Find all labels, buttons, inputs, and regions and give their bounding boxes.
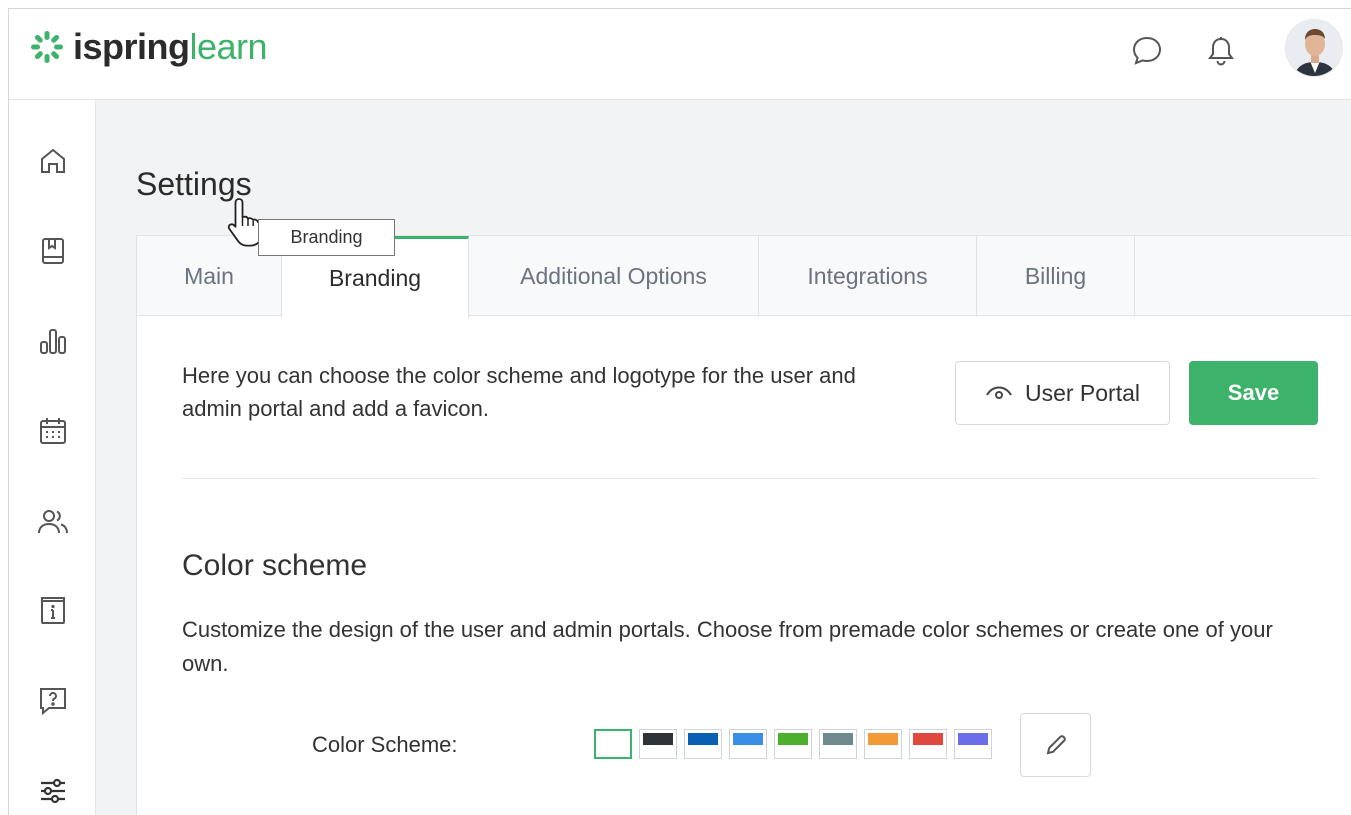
user-portal-button[interactable]: User Portal	[955, 361, 1170, 425]
tab-additional-options[interactable]: Additional Options	[469, 236, 759, 317]
color-swatch-fill	[778, 733, 808, 745]
color-swatch-fill	[868, 733, 898, 745]
sidebar-item-help[interactable]	[9, 673, 96, 729]
color-swatch-fill	[913, 733, 943, 745]
color-swatch-fill	[958, 733, 988, 745]
branding-tooltip: Branding	[258, 219, 395, 256]
app-window: ispringlearn Settings Main Branding Addi…	[8, 8, 1351, 815]
save-button[interactable]: Save	[1189, 361, 1318, 425]
sliders-icon	[40, 778, 65, 804]
color-swatch[interactable]	[774, 729, 812, 759]
color-swatch-fill	[823, 733, 853, 745]
color-swatch[interactable]	[729, 729, 767, 759]
user-portal-label: User Portal	[1024, 379, 1141, 406]
page-title: Settings	[136, 166, 252, 202]
main-content: Settings Main Branding Additional Option…	[96, 100, 1351, 815]
color-swatch[interactable]	[864, 729, 902, 759]
ispring-logo-icon	[31, 31, 63, 63]
home-icon	[40, 148, 65, 173]
sidebar-item-settings[interactable]	[9, 763, 96, 815]
edit-color-scheme-button[interactable]	[1020, 713, 1091, 777]
left-sidebar	[9, 100, 96, 815]
bar-chart-icon	[39, 329, 66, 354]
settings-panel: Main Branding Additional Options Integra…	[136, 235, 1351, 815]
sidebar-item-reports[interactable]	[9, 313, 96, 369]
tab-integrations[interactable]: Integrations	[759, 236, 977, 317]
calendar-icon	[39, 418, 66, 444]
color-swatch[interactable]	[684, 729, 722, 759]
top-header: ispringlearn	[9, 9, 1351, 100]
color-swatch[interactable]	[954, 729, 992, 759]
branding-intro-text: Here you can choose the color scheme and…	[182, 363, 856, 421]
ispring-learn-logo[interactable]: ispringlearn	[29, 26, 268, 67]
color-swatch[interactable]	[639, 729, 677, 759]
user-avatar[interactable]	[1285, 19, 1343, 77]
sidebar-item-calendar[interactable]	[9, 403, 96, 459]
bell-icon[interactable]	[1203, 33, 1239, 69]
pencil-icon	[1046, 735, 1066, 755]
tab-billing[interactable]: Billing	[977, 236, 1135, 317]
logo-brand-text: ispring	[73, 26, 190, 67]
color-swatch-fill	[688, 733, 718, 745]
color-swatch-fill	[733, 733, 763, 745]
info-page-icon	[40, 597, 65, 624]
sidebar-item-users[interactable]	[9, 493, 96, 549]
color-scheme-label: Color Scheme:	[312, 732, 458, 757]
color-swatch[interactable]	[819, 729, 857, 759]
color-scheme-title: Color scheme	[182, 549, 368, 582]
sidebar-item-content[interactable]	[9, 223, 96, 279]
eye-icon	[986, 386, 1012, 399]
book-icon	[41, 238, 64, 264]
color-swatch-fill	[643, 733, 673, 745]
color-scheme-description: Customize the design of the user and adm…	[182, 617, 1273, 676]
chat-icon[interactable]	[1129, 33, 1165, 69]
question-bubble-icon	[39, 688, 66, 716]
sidebar-item-info[interactable]	[9, 583, 96, 639]
logo-product-text: learn	[189, 26, 268, 67]
sidebar-item-home[interactable]	[9, 133, 96, 189]
section-divider	[182, 478, 1318, 479]
color-swatch[interactable]	[909, 729, 947, 759]
color-swatch[interactable]	[594, 729, 632, 759]
users-icon	[37, 510, 68, 534]
